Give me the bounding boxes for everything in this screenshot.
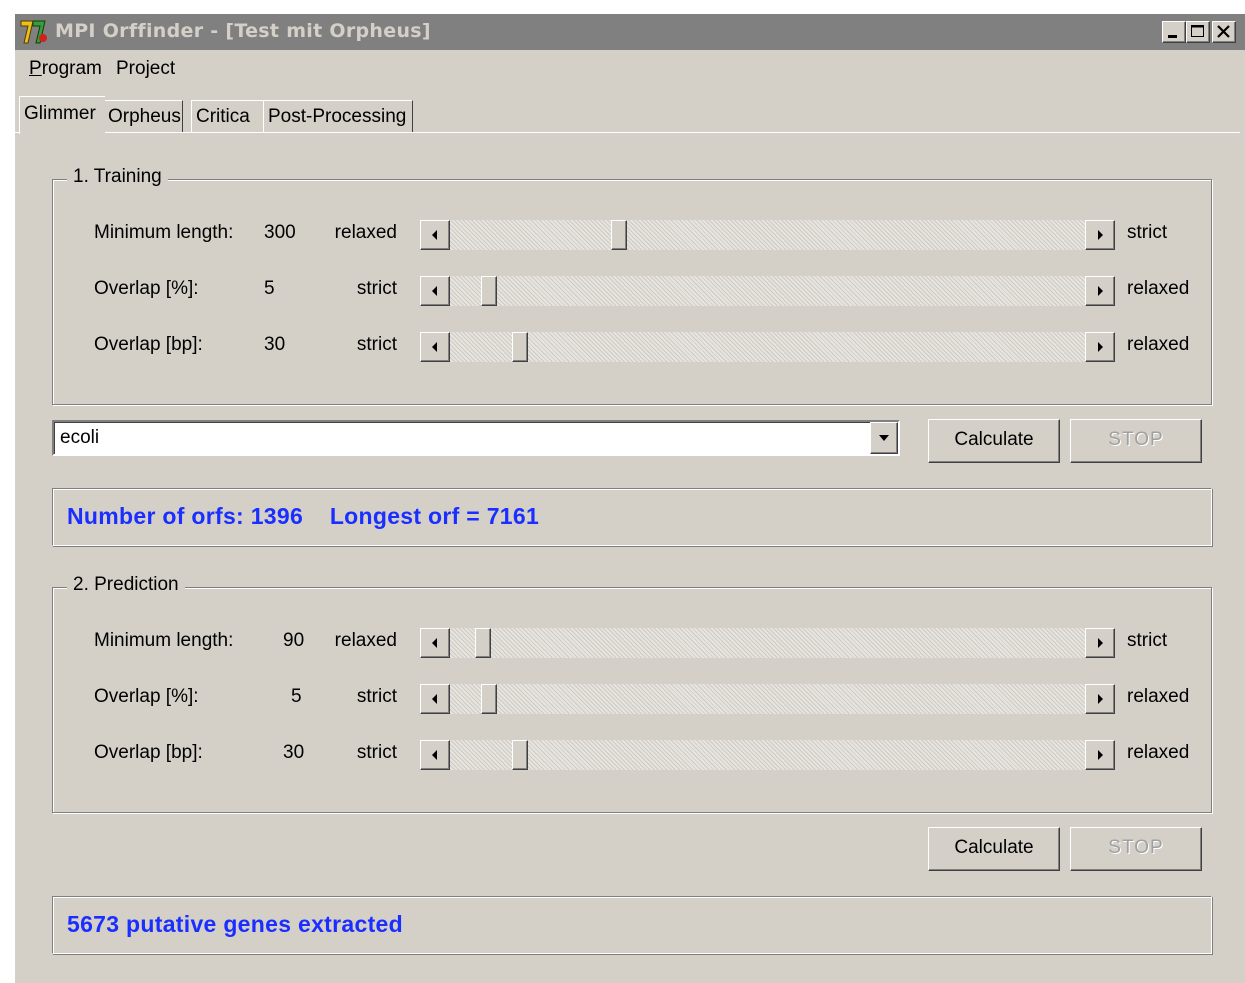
slider-min-label: strict — [356, 334, 397, 355]
app-window: MPI Orffinder - [Test mit Orpheus] Progr… — [14, 14, 1245, 983]
organism-value: ecoli — [60, 427, 100, 448]
maximize-button[interactable] — [1186, 21, 1210, 43]
slider-value: 30 — [264, 334, 286, 355]
minimize-button[interactable] — [1162, 21, 1186, 43]
slider-min-label: strict — [356, 686, 397, 707]
slider-right-arrow-button[interactable] — [1085, 740, 1115, 770]
tab-critica[interactable]: Critica — [191, 100, 265, 132]
slider-min-label: relaxed — [334, 222, 397, 243]
slider[interactable] — [420, 684, 1115, 714]
slider-min-label: relaxed — [334, 630, 397, 651]
close-icon — [1217, 25, 1230, 38]
slider-max-label: strict — [1127, 630, 1168, 651]
slider-left-arrow-button[interactable] — [420, 220, 450, 250]
triangle-right-icon — [1098, 230, 1103, 240]
minimize-icon — [1168, 35, 1177, 38]
triangle-right-icon — [1098, 342, 1103, 352]
glimmer-tab-pane: 1. Training ecoli Calculate STOP Number … — [15, 132, 1240, 983]
title-bar[interactable]: MPI Orffinder - [Test mit Orpheus] — [15, 14, 1245, 50]
training-result-text: Number of orfs: 1396 Longest orf = 7161 — [67, 503, 540, 529]
triangle-left-icon — [432, 750, 437, 760]
slider-track[interactable] — [450, 684, 1085, 714]
triangle-left-icon — [432, 230, 437, 240]
training-group-title: 1. Training — [67, 166, 168, 188]
menu-project[interactable]: Project — [116, 58, 175, 80]
slider-thumb[interactable] — [481, 684, 497, 714]
tab-orpheus[interactable]: Orpheus — [103, 100, 183, 132]
slider-thumb[interactable] — [481, 276, 497, 306]
slider-label: Overlap [bp]: — [94, 742, 203, 763]
slider-left-arrow-button[interactable] — [420, 332, 450, 362]
slider-label: Minimum length: — [94, 630, 234, 651]
slider-max-label: relaxed — [1127, 686, 1190, 707]
slider-right-arrow-button[interactable] — [1085, 220, 1115, 250]
maximize-icon — [1191, 25, 1204, 37]
slider-right-arrow-button[interactable] — [1085, 684, 1115, 714]
slider-label: Overlap [bp]: — [94, 334, 203, 355]
slider-value: 30 — [283, 742, 305, 763]
slider-right-arrow-button[interactable] — [1085, 276, 1115, 306]
prediction-result-text: 5673 putative genes extracted — [67, 911, 403, 937]
slider-track[interactable] — [450, 332, 1085, 362]
triangle-left-icon — [432, 286, 437, 296]
slider-max-label: relaxed — [1127, 334, 1190, 355]
tab-glimmer[interactable]: Glimmer — [19, 96, 105, 134]
prediction-group-title: 2. Prediction — [67, 574, 185, 596]
triangle-left-icon — [432, 342, 437, 352]
slider-thumb[interactable] — [611, 220, 627, 250]
slider-value: 5 — [291, 686, 302, 707]
prediction-result-panel: 5673 putative genes extracted — [52, 896, 1212, 954]
triangle-right-icon — [1098, 638, 1103, 648]
slider-track[interactable] — [450, 276, 1085, 306]
tab-post-processing[interactable]: Post-Processing — [263, 100, 413, 132]
slider-label: Minimum length: — [94, 222, 234, 243]
slider-left-arrow-button[interactable] — [420, 684, 450, 714]
slider-max-label: strict — [1127, 222, 1168, 243]
slider-value: 300 — [264, 222, 296, 243]
slider-label: Overlap [%]: — [94, 686, 199, 707]
slider-track[interactable] — [450, 220, 1085, 250]
slider[interactable] — [420, 332, 1115, 362]
slider-left-arrow-button[interactable] — [420, 628, 450, 658]
triangle-right-icon — [1098, 750, 1103, 760]
slider-max-label: relaxed — [1127, 278, 1190, 299]
slider[interactable] — [420, 628, 1115, 658]
prediction-stop-button[interactable]: STOP — [1070, 827, 1202, 871]
slider-min-label: strict — [356, 278, 397, 299]
menu-program[interactable]: Program — [29, 58, 102, 80]
triangle-left-icon — [432, 638, 437, 648]
slider-right-arrow-button[interactable] — [1085, 628, 1115, 658]
slider-value: 5 — [264, 278, 275, 299]
slider-min-label: strict — [356, 742, 397, 763]
window-title: MPI Orffinder - [Test mit Orpheus] — [55, 20, 431, 42]
slider-value: 90 — [283, 630, 305, 651]
chevron-down-icon — [879, 435, 889, 441]
training-result-panel: Number of orfs: 1396 Longest orf = 7161 — [52, 488, 1212, 546]
app-logo-icon — [20, 20, 47, 44]
slider[interactable] — [420, 276, 1115, 306]
slider-track[interactable] — [450, 740, 1085, 770]
slider-left-arrow-button[interactable] — [420, 740, 450, 770]
triangle-right-icon — [1098, 286, 1103, 296]
combo-dropdown-button[interactable] — [870, 422, 898, 454]
slider-left-arrow-button[interactable] — [420, 276, 450, 306]
training-calculate-button[interactable]: Calculate — [928, 419, 1060, 463]
slider-thumb[interactable] — [512, 332, 528, 362]
training-stop-button[interactable]: STOP — [1070, 419, 1202, 463]
slider-max-label: relaxed — [1127, 742, 1190, 763]
slider-label: Overlap [%]: — [94, 278, 199, 299]
slider-right-arrow-button[interactable] — [1085, 332, 1115, 362]
triangle-right-icon — [1098, 694, 1103, 704]
slider-thumb[interactable] — [475, 628, 491, 658]
organism-combobox[interactable]: ecoli — [52, 420, 900, 456]
slider[interactable] — [420, 220, 1115, 250]
slider-track[interactable] — [450, 628, 1085, 658]
slider[interactable] — [420, 740, 1115, 770]
slider-thumb[interactable] — [512, 740, 528, 770]
prediction-calculate-button[interactable]: Calculate — [928, 827, 1060, 871]
close-button[interactable] — [1212, 21, 1236, 43]
triangle-left-icon — [432, 694, 437, 704]
